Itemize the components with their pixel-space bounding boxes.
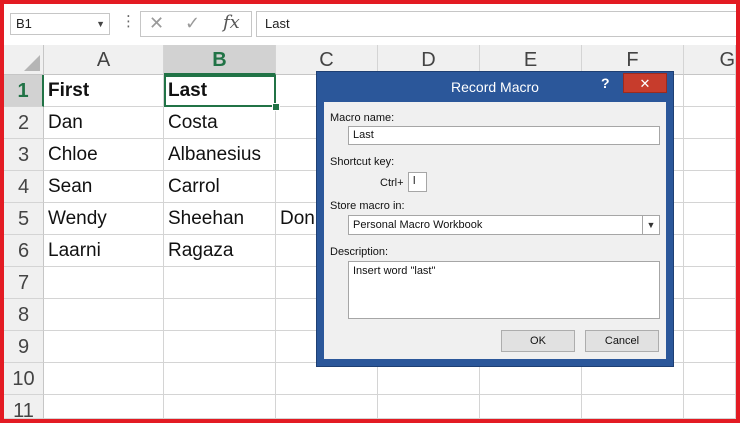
- chevron-down-icon[interactable]: ▼: [96, 14, 105, 34]
- row-header-8[interactable]: 8: [4, 299, 44, 331]
- row-header-6[interactable]: 6: [4, 235, 44, 267]
- column-header-a[interactable]: A: [44, 45, 164, 75]
- cell-g3[interactable]: [684, 139, 736, 171]
- cell-b10[interactable]: [164, 363, 276, 395]
- ctrl-label: Ctrl+: [380, 177, 404, 189]
- shortcut-key-input[interactable]: l: [408, 172, 427, 192]
- cell-g7[interactable]: [684, 267, 736, 299]
- cell-g5[interactable]: [684, 203, 736, 235]
- enter-icon[interactable]: ✓: [185, 13, 200, 34]
- cell-a10[interactable]: [44, 363, 164, 395]
- store-macro-select[interactable]: Personal Macro Workbook ▼: [348, 215, 660, 235]
- cell-b1[interactable]: Last: [164, 75, 276, 107]
- cell-a4[interactable]: Sean: [44, 171, 164, 203]
- record-macro-dialog: Record Macro ? ✕ Macro name: Last Shortc…: [317, 72, 673, 366]
- cell-a2[interactable]: Dan: [44, 107, 164, 139]
- cell-b2[interactable]: Costa: [164, 107, 276, 139]
- cell-g4[interactable]: [684, 171, 736, 203]
- cell-a6[interactable]: Laarni: [44, 235, 164, 267]
- column-header-g[interactable]: G: [684, 45, 736, 75]
- row-header-3[interactable]: 3: [4, 139, 44, 171]
- cell-a5[interactable]: Wendy: [44, 203, 164, 235]
- column-header-f[interactable]: F: [582, 45, 684, 75]
- cell-g8[interactable]: [684, 299, 736, 331]
- help-icon[interactable]: ?: [601, 75, 610, 91]
- cell-g6[interactable]: [684, 235, 736, 267]
- cell-b9[interactable]: [164, 331, 276, 363]
- formula-input[interactable]: Last: [256, 11, 740, 37]
- chevron-down-icon[interactable]: ▼: [642, 216, 659, 234]
- dialog-title: Record Macro: [451, 79, 539, 95]
- cell-c11[interactable]: [276, 395, 378, 419]
- select-all-corner[interactable]: [4, 45, 44, 75]
- formula-bar: B1 ▼ ⋮ ✕ ✓ fx Last: [4, 4, 740, 41]
- store-macro-label: Store macro in:: [330, 200, 405, 212]
- column-header-c[interactable]: C: [276, 45, 378, 75]
- cell-f10[interactable]: [582, 363, 684, 395]
- ok-button[interactable]: OK: [501, 330, 575, 352]
- more-options-icon[interactable]: ⋮: [121, 12, 136, 30]
- shortcut-key-label: Shortcut key:: [330, 156, 395, 168]
- macro-name-label: Macro name:: [330, 112, 395, 124]
- row-header-4[interactable]: 4: [4, 171, 44, 203]
- name-box-value: B1: [16, 16, 32, 31]
- cell-a7[interactable]: [44, 267, 164, 299]
- column-header-e[interactable]: E: [480, 45, 582, 75]
- cell-d11[interactable]: [378, 395, 480, 419]
- cell-f11[interactable]: [582, 395, 684, 419]
- cell-b11[interactable]: [164, 395, 276, 419]
- cell-a9[interactable]: [44, 331, 164, 363]
- insert-function-icon[interactable]: fx: [223, 12, 240, 33]
- cell-g1[interactable]: [684, 75, 736, 107]
- cell-b6[interactable]: Ragaza: [164, 235, 276, 267]
- row-header-11[interactable]: 11: [4, 395, 44, 422]
- row-header-10[interactable]: 10: [4, 363, 44, 395]
- cell-b4[interactable]: Carrol: [164, 171, 276, 203]
- name-box[interactable]: B1 ▼: [10, 13, 110, 35]
- row-header-7[interactable]: 7: [4, 267, 44, 299]
- cell-e10[interactable]: [480, 363, 582, 395]
- dialog-body: Macro name: Last Shortcut key: Ctrl+ l S…: [324, 102, 666, 359]
- macro-name-input[interactable]: Last: [348, 126, 660, 145]
- cancel-icon[interactable]: ✕: [149, 13, 164, 34]
- column-header-b[interactable]: B: [164, 45, 276, 75]
- cell-c10[interactable]: [276, 363, 378, 395]
- cell-b3[interactable]: Albanesius: [164, 139, 276, 171]
- cell-a8[interactable]: [44, 299, 164, 331]
- store-macro-value: Personal Macro Workbook: [353, 219, 483, 231]
- formula-buttons: ✕ ✓ fx: [140, 11, 252, 37]
- cell-g9[interactable]: [684, 331, 736, 363]
- cell-b8[interactable]: [164, 299, 276, 331]
- cell-d10[interactable]: [378, 363, 480, 395]
- row-header-9[interactable]: 9: [4, 331, 44, 363]
- cell-b7[interactable]: [164, 267, 276, 299]
- fill-handle[interactable]: [272, 103, 280, 111]
- row-header-1[interactable]: 1: [4, 75, 44, 107]
- description-label: Description:: [330, 246, 389, 258]
- cancel-button[interactable]: Cancel: [585, 330, 659, 352]
- cell-b5[interactable]: Sheehan: [164, 203, 276, 235]
- cell-g10[interactable]: [684, 363, 736, 395]
- column-header-d[interactable]: D: [378, 45, 480, 75]
- row-header-5[interactable]: 5: [4, 203, 44, 235]
- cell-a3[interactable]: Chloe: [44, 139, 164, 171]
- description-textarea[interactable]: Insert word "last": [348, 261, 660, 319]
- cell-g2[interactable]: [684, 107, 736, 139]
- cell-a11[interactable]: [44, 395, 164, 419]
- cell-g11[interactable]: [684, 395, 736, 419]
- close-button[interactable]: ✕: [623, 73, 667, 93]
- cell-a1[interactable]: First: [44, 75, 164, 107]
- row-header-2[interactable]: 2: [4, 107, 44, 139]
- cell-e11[interactable]: [480, 395, 582, 419]
